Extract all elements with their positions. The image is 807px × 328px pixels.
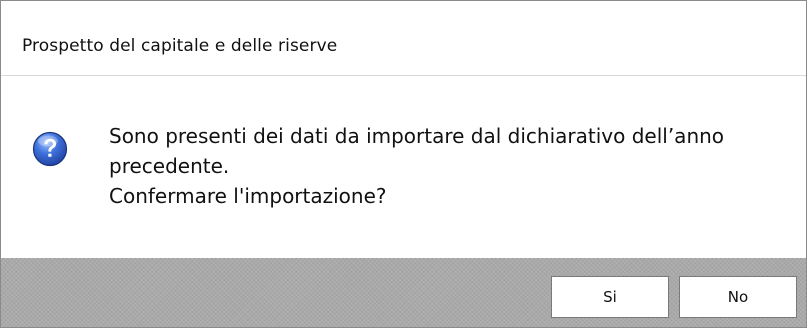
dialog-title: Prospetto del capitale e delle riserve (22, 36, 338, 56)
no-button[interactable]: No (679, 276, 797, 318)
dialog-titlebar: Prospetto del capitale e delle riserve (1, 1, 806, 76)
confirm-dialog: Prospetto del capitale e delle riserve S… (0, 0, 807, 328)
message-line-1: Sono presenti dei dati da importare dal … (109, 124, 725, 148)
dialog-content: Sono presenti dei dati da importare dal … (1, 76, 806, 258)
message-line-3: Confermare l'importazione? (109, 184, 387, 208)
question-icon (32, 131, 68, 167)
message-line-2: precedente. (109, 154, 230, 178)
dialog-footer: Si No (1, 258, 806, 327)
yes-button[interactable]: Si (551, 276, 669, 318)
dialog-message: Sono presenti dei dati da importare dal … (109, 121, 789, 211)
